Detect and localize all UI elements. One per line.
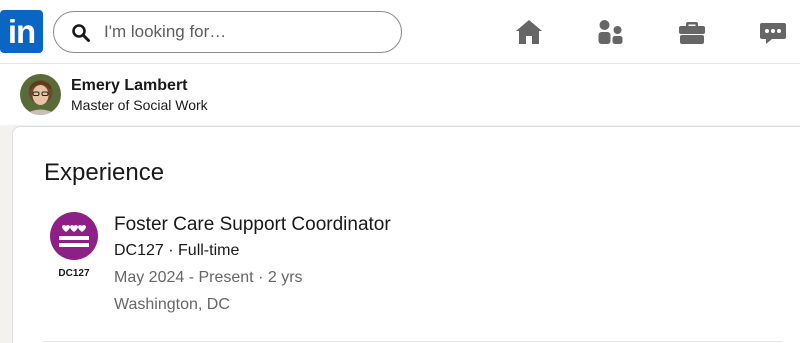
job-title[interactable]: Foster Care Support Coordinator: [114, 214, 391, 236]
top-nav: in: [0, 0, 800, 64]
search-icon: [72, 24, 90, 42]
search-box[interactable]: [53, 11, 402, 53]
avatar[interactable]: [20, 74, 61, 115]
people-icon[interactable]: [596, 17, 626, 47]
experience-card: Experience DC127 Foster Care Support Coo…: [12, 126, 800, 343]
divider: [43, 341, 783, 342]
job-dates: May 2024 - Present · 2 yrs: [114, 269, 303, 286]
profile-header: Emery Lambert Master of Social Work: [0, 64, 800, 125]
search-input[interactable]: [104, 20, 384, 44]
section-title: Experience: [44, 159, 165, 186]
company-logo[interactable]: DC127: [49, 212, 99, 278]
linkedin-logo[interactable]: in: [0, 10, 43, 53]
messaging-icon[interactable]: [758, 17, 788, 47]
job-location: Washington, DC: [114, 296, 230, 313]
home-icon[interactable]: [514, 17, 544, 47]
profile-headline: Master of Social Work: [71, 97, 208, 113]
profile-name[interactable]: Emery Lambert: [71, 77, 188, 95]
company-logo-text: DC127: [58, 268, 90, 278]
briefcase-icon[interactable]: [677, 17, 707, 47]
job-company: DC127 · Full-time: [114, 242, 240, 259]
